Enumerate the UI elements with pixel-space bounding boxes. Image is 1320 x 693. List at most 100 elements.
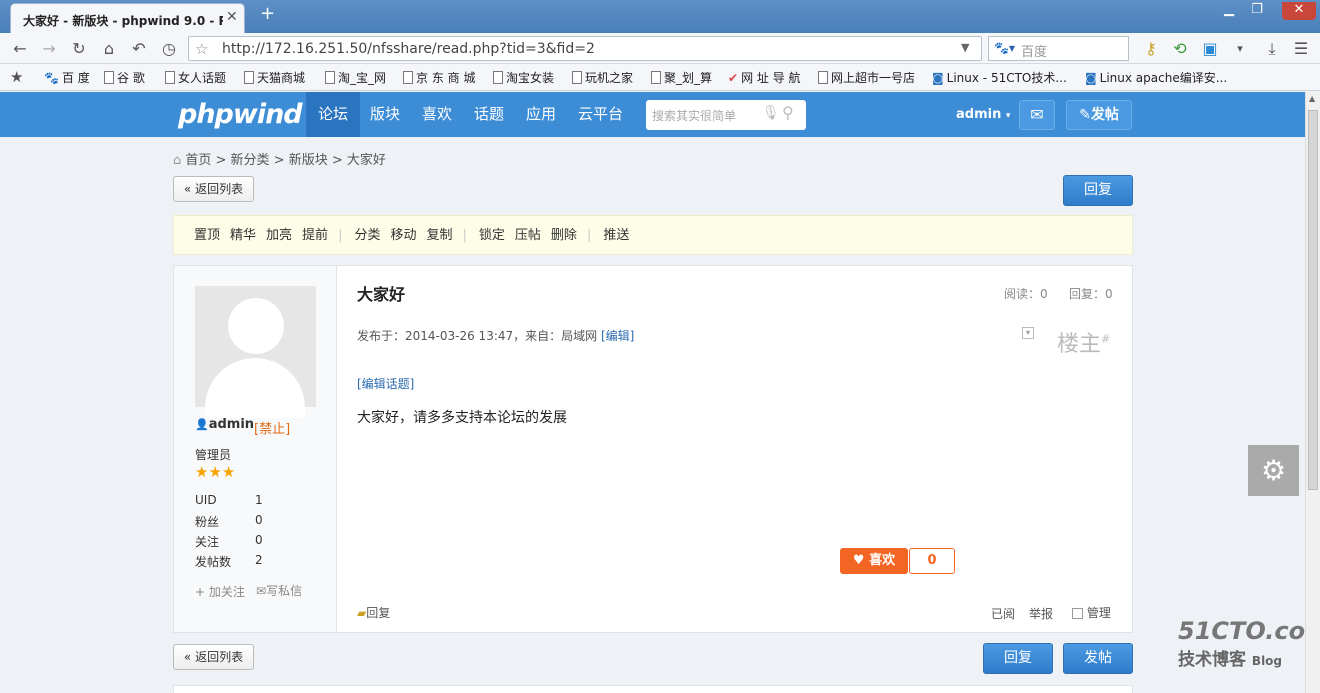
close-tab-icon[interactable]: ✕ — [226, 9, 238, 25]
action-sticky[interactable]: 置顶 — [194, 228, 220, 243]
history-icon[interactable]: ◷ — [159, 39, 179, 59]
undo-icon[interactable]: ↶ — [129, 39, 149, 59]
nav-boards[interactable]: 版块 — [358, 92, 412, 137]
bookmark-google[interactable]: 谷 歌 — [104, 69, 145, 86]
read-status[interactable]: 已阅 — [991, 605, 1015, 622]
reload-icon[interactable]: ↻ — [69, 39, 89, 59]
action-delete[interactable]: 删除 — [551, 228, 577, 243]
bookmark-taobao-women[interactable]: 淘宝女装 — [493, 69, 554, 86]
breadcrumb[interactable]: ⌂ 首页 > 新分类 > 新版块 > 大家好 — [173, 149, 386, 168]
bookmark-51cto[interactable]: ◙ Linux - 51CTO技术... — [932, 69, 1067, 86]
url-text[interactable]: http://172.16.251.50/nfsshare/read.php?t… — [222, 41, 595, 57]
bookmark-tmall[interactable]: 天猫商城 — [244, 69, 305, 86]
bookmark-hao123[interactable]: ✔ 网 址 导 航 — [728, 69, 801, 86]
bookmark-star-icon[interactable]: ☆ — [195, 40, 208, 58]
nav-topics[interactable]: 话题 — [462, 92, 516, 137]
chevron-down-icon[interactable]: ▾ — [1022, 327, 1034, 339]
scroll-up-icon[interactable]: ▲ — [1309, 94, 1315, 103]
microphone-icon[interactable]: 🎙 — [762, 105, 780, 121]
address-bar[interactable]: ☆ http://172.16.251.50/nfsshare/read.php… — [188, 36, 982, 61]
like-button[interactable]: ♥ 喜欢 — [840, 548, 908, 574]
page-icon — [325, 71, 335, 84]
key-icon[interactable]: ⚷ — [1141, 39, 1161, 59]
new-tab-button[interactable]: + — [260, 3, 275, 24]
action-categorize[interactable]: 分类 — [354, 228, 380, 243]
avatar[interactable] — [195, 286, 316, 418]
hao-icon: ✔ — [728, 70, 739, 85]
back-to-list-button[interactable]: « 返回列表 — [173, 176, 254, 202]
manage-checkbox[interactable]: 管理 — [1072, 604, 1111, 621]
reply-button[interactable]: 回复 — [1063, 175, 1133, 206]
bookmark-baidu[interactable]: 🐾 百 度 — [44, 69, 90, 86]
download-icon[interactable]: ⤓ — [1262, 39, 1282, 59]
stat-value: 1 — [255, 493, 263, 507]
action-sink[interactable]: 压帖 — [515, 228, 541, 243]
browser-tab[interactable]: 大家好 - 新版块 - phpwind 9.0 - Po... ✕ — [10, 3, 245, 33]
action-push[interactable]: 推送 — [603, 228, 629, 243]
forward-icon[interactable]: → — [39, 39, 59, 59]
checkbox[interactable] — [1072, 608, 1083, 619]
nav-cloud[interactable]: 云平台 — [566, 92, 635, 137]
bookmark-juhuasuan[interactable]: 聚_划_算 — [651, 69, 712, 86]
menu-dropdown-icon[interactable]: ▾ — [1230, 39, 1250, 59]
post-card: 👤admin [禁止] 管理员 ★★★ UID 1 粉丝 0 关注 0 发帖数 … — [173, 265, 1133, 633]
follow-link[interactable]: + 加关注 — [195, 583, 245, 600]
back-to-list-button[interactable]: « 返回列表 — [173, 644, 254, 670]
nav-apps[interactable]: 应用 — [514, 92, 568, 137]
avatar-head — [228, 298, 284, 354]
reply-button[interactable]: 回复 — [983, 643, 1053, 674]
search-icon[interactable]: ⚲ — [782, 103, 794, 122]
messages-button[interactable]: ✉ — [1019, 100, 1055, 130]
new-post-button[interactable]: 发帖 — [1063, 643, 1133, 674]
browser-search-box[interactable]: 🐾▾ 百度 — [988, 36, 1129, 61]
bookmark-apache[interactable]: ◙ Linux apache编译安... — [1085, 69, 1227, 86]
reply-link[interactable]: ▰回复 — [357, 604, 390, 621]
minimize-icon[interactable]: ▁ — [1218, 2, 1240, 20]
back-icon[interactable]: ← — [10, 39, 30, 59]
report-link[interactable]: 举报 — [1029, 605, 1053, 622]
site-logo[interactable]: phpwind — [178, 99, 303, 130]
baidu-paw-icon[interactable]: 🐾▾ — [994, 41, 1015, 55]
action-copy[interactable]: 复制 — [426, 228, 452, 243]
bookmark-jd[interactable]: 京 东 商 城 — [403, 69, 475, 86]
stat-value: 0 — [255, 513, 263, 527]
user-menu[interactable]: admin ▾ — [956, 107, 1010, 122]
bookmark-yhd[interactable]: 网上超市一号店 — [818, 69, 915, 86]
divider: | — [586, 228, 592, 243]
bookmark-taobao[interactable]: 淘_宝_网 — [325, 69, 386, 86]
ban-link[interactable]: [禁止] — [254, 418, 290, 437]
close-window-icon[interactable]: ✕ — [1282, 2, 1316, 20]
game-icon[interactable]: ▣ — [1200, 39, 1220, 59]
nav-forum[interactable]: 论坛 — [306, 92, 361, 137]
forum-search-input[interactable]: 搜索其实很简单 🎙 ⚲ — [646, 100, 806, 130]
action-lock[interactable]: 锁定 — [479, 228, 505, 243]
envelope-icon: ✉ — [256, 584, 267, 598]
site-header: phpwind 论坛 版块 喜欢 话题 应用 云平台 搜索其实很简单 🎙 ⚲ a… — [0, 92, 1305, 137]
author-name[interactable]: 👤admin — [195, 417, 254, 432]
like-count: 0 — [909, 548, 955, 574]
edit-link[interactable]: [编辑] — [601, 329, 634, 343]
home-icon[interactable]: ⌂ — [99, 39, 119, 59]
nav-likes[interactable]: 喜欢 — [410, 92, 464, 137]
bookmark-women[interactable]: 女人话题 — [165, 69, 226, 86]
bookmark-wanji[interactable]: 玩机之家 — [572, 69, 633, 86]
search-engine-label: 百度 — [1021, 45, 1048, 60]
action-digest[interactable]: 精华 — [230, 228, 256, 243]
restore-icon[interactable]: ❐ — [1246, 2, 1268, 20]
extension-icon[interactable]: ⟲ — [1170, 39, 1190, 59]
url-dropdown-icon[interactable]: ▼ — [961, 41, 969, 54]
message-link[interactable]: ✉写私信 — [256, 582, 302, 599]
action-highlight[interactable]: 加亮 — [266, 228, 292, 243]
scroll-thumb[interactable] — [1308, 110, 1318, 490]
menu-icon[interactable]: ☰ — [1291, 39, 1311, 59]
stat-label: 粉丝 — [195, 515, 220, 529]
bookmark-star-icon[interactable]: ★ — [10, 68, 23, 86]
edit-topic-link[interactable]: [编辑话题] — [357, 375, 414, 392]
action-bump[interactable]: 提前 — [302, 228, 328, 243]
vertical-scrollbar[interactable]: ▲ — [1305, 92, 1320, 693]
settings-gear-icon[interactable]: ⚙ — [1248, 445, 1299, 496]
action-move[interactable]: 移动 — [390, 228, 416, 243]
heart-icon: ♥ — [852, 553, 865, 568]
new-post-button[interactable]: ✎发帖 — [1066, 100, 1132, 130]
stat-value: 2 — [255, 553, 263, 567]
